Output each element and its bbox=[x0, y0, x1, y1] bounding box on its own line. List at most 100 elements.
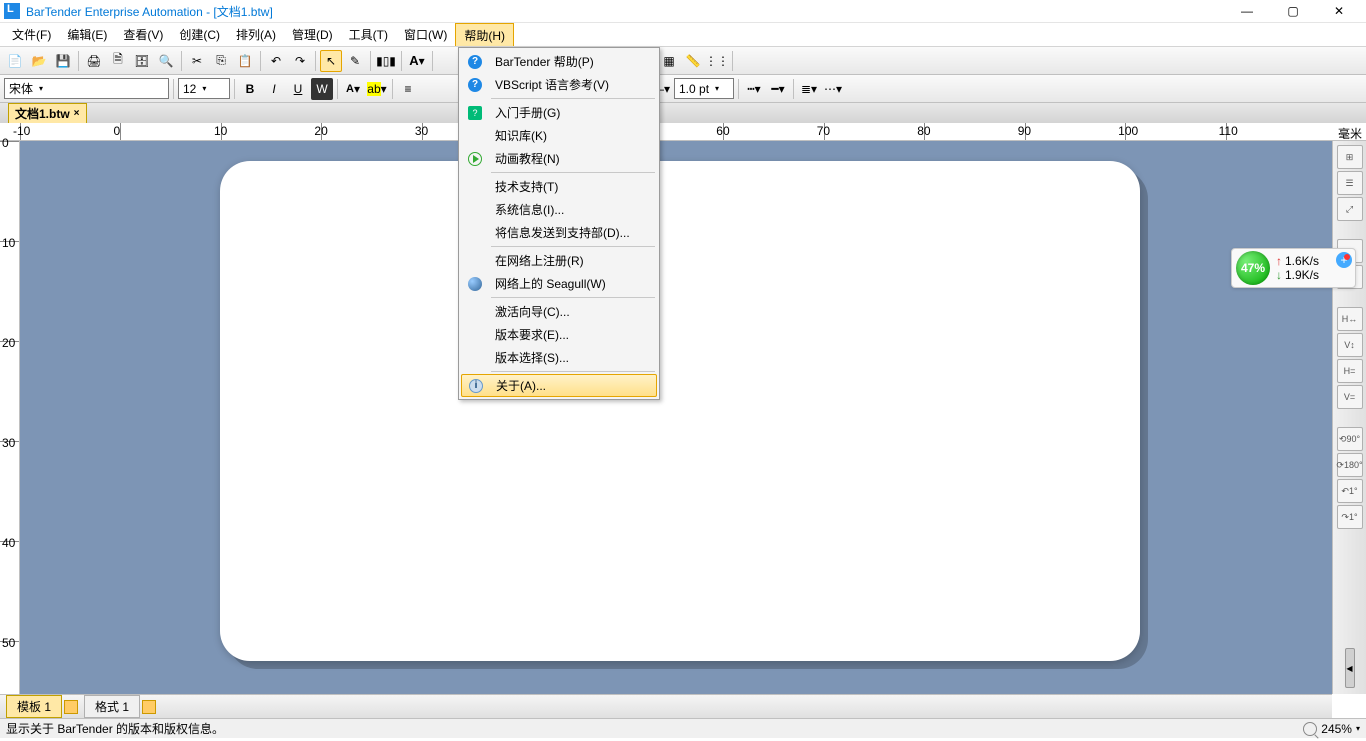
arrange-button-11[interactable]: ↶1° bbox=[1337, 479, 1363, 503]
bold-button[interactable]: B bbox=[239, 78, 261, 100]
font-size-combo[interactable]: 12▾ bbox=[178, 78, 230, 99]
menu-h[interactable]: 帮助(H) bbox=[455, 23, 514, 46]
redo-button[interactable]: ↷ bbox=[289, 50, 311, 72]
menu-separator bbox=[491, 246, 655, 247]
network-monitor-overlay[interactable]: 47% 1.6K/s 1.9K/s + bbox=[1231, 248, 1356, 288]
font-name-combo[interactable]: 宋体▾ bbox=[4, 78, 169, 99]
ruler-horizontal: -100102030405060708090100110 毫米 bbox=[0, 123, 1366, 141]
titlebar: BarTender Enterprise Automation - [文档1.b… bbox=[0, 0, 1366, 23]
play-icon bbox=[468, 152, 482, 166]
italic-button[interactable]: I bbox=[263, 78, 285, 100]
arrange-button-0[interactable]: ⊞ bbox=[1337, 145, 1363, 169]
help-menu-item[interactable]: 动画教程(N) bbox=[461, 147, 657, 170]
workspace: 01020304050 bbox=[0, 141, 1332, 694]
ruler-tool[interactable]: 📏 bbox=[682, 50, 704, 72]
help-menu-item[interactable]: 激活向导(C)... bbox=[461, 300, 657, 323]
snap-tool[interactable]: ⋮⋮ bbox=[706, 50, 728, 72]
menu-c[interactable]: 创建(C) bbox=[171, 23, 228, 46]
arrange-button-6[interactable]: V↕ bbox=[1337, 333, 1363, 357]
grid-tool[interactable]: ▦ bbox=[658, 50, 680, 72]
highlight-button[interactable]: ab▾ bbox=[366, 78, 388, 100]
copy-button[interactable]: ⎘ bbox=[210, 50, 232, 72]
help-menu-item[interactable]: i关于(A)... bbox=[461, 374, 657, 397]
template-tab[interactable]: 模板 1 bbox=[6, 695, 62, 718]
close-button[interactable]: ✕ bbox=[1316, 0, 1362, 23]
line-button[interactable]: ━▾ bbox=[767, 78, 789, 100]
help-menu-item[interactable]: 网络上的 Seagull(W) bbox=[461, 272, 657, 295]
format-add-icon[interactable] bbox=[142, 700, 156, 714]
help-menu-item-label: 入门手册(G) bbox=[489, 104, 657, 121]
dash-style-button[interactable]: ┅▾ bbox=[743, 78, 765, 100]
menu-f[interactable]: 文件(F) bbox=[4, 23, 59, 46]
print-preview-button[interactable]: 🗎 bbox=[107, 50, 129, 72]
help-icon: ? bbox=[468, 78, 482, 92]
help-menu-item-label: VBScript 语言参考(V) bbox=[489, 76, 657, 93]
format-tab[interactable]: 格式 1 bbox=[84, 695, 140, 718]
barcode-tool[interactable]: ▮▯▮ bbox=[375, 50, 397, 72]
menu-e[interactable]: 编辑(E) bbox=[59, 23, 115, 46]
help-icon: ? bbox=[468, 55, 482, 69]
menu-separator bbox=[491, 371, 655, 372]
help-menu-item[interactable]: 知识库(K) bbox=[461, 124, 657, 147]
status-text: 显示关于 BarTender 的版本和版权信息。 bbox=[6, 720, 224, 737]
arrange-button-7[interactable]: H= bbox=[1337, 359, 1363, 383]
help-menu-item[interactable]: 技术支持(T) bbox=[461, 175, 657, 198]
database-button[interactable]: 🗄 bbox=[131, 50, 153, 72]
window-title: BarTender Enterprise Automation - [文档1.b… bbox=[26, 3, 1224, 20]
minimize-button[interactable]: — bbox=[1224, 0, 1270, 23]
inverse-button[interactable]: W bbox=[311, 78, 333, 100]
maximize-button[interactable]: ▢ bbox=[1270, 0, 1316, 23]
help-menu-item[interactable]: ? VBScript 语言参考(V) bbox=[461, 73, 657, 96]
canvas-area[interactable] bbox=[20, 141, 1332, 694]
menu-t[interactable]: 工具(T) bbox=[341, 23, 396, 46]
open-button[interactable]: 📂 bbox=[28, 50, 50, 72]
pointer-tool[interactable]: ↖ bbox=[320, 50, 342, 72]
zoom-value: 245% bbox=[1321, 722, 1352, 736]
arrange-button-8[interactable]: V= bbox=[1337, 385, 1363, 409]
document-tab[interactable]: 文档1.btw × bbox=[8, 103, 87, 123]
help-menu-item[interactable]: ?BarTender 帮助(P) bbox=[461, 50, 657, 73]
help-menu-item-label: 系统信息(I)... bbox=[489, 201, 657, 218]
save-button[interactable]: 💾 bbox=[52, 50, 74, 72]
arrange-button-2[interactable]: ⤢ bbox=[1337, 197, 1363, 221]
font-color-button[interactable]: A▾ bbox=[342, 78, 364, 100]
help-menu-dropdown: ?BarTender 帮助(P)?VBScript 语言参考(V)?入门手册(G… bbox=[458, 47, 660, 400]
align-button[interactable]: ≣▾ bbox=[798, 78, 820, 100]
undo-button[interactable]: ↶ bbox=[265, 50, 287, 72]
zoom-control[interactable]: 245% ▾ bbox=[1303, 722, 1360, 736]
menu-a[interactable]: 排列(A) bbox=[228, 23, 284, 46]
help-menu-item[interactable]: 版本选择(S)... bbox=[461, 346, 657, 369]
app-logo-icon bbox=[4, 3, 20, 19]
print-button[interactable]: 🖨 bbox=[83, 50, 105, 72]
panel-collapse-button[interactable]: ◀ bbox=[1345, 648, 1355, 688]
label-canvas[interactable] bbox=[220, 161, 1140, 661]
arrange-button-12[interactable]: ↷1° bbox=[1337, 505, 1363, 529]
help-menu-item[interactable]: ?入门手册(G) bbox=[461, 101, 657, 124]
help-menu-item[interactable]: 将信息发送到支持部(D)... bbox=[461, 221, 657, 244]
line-weight-combo[interactable]: 1.0 pt▾ bbox=[674, 78, 734, 99]
menu-d[interactable]: 管理(D) bbox=[284, 23, 341, 46]
arrange-button-9[interactable]: ⟲90° bbox=[1337, 427, 1363, 451]
cut-button[interactable]: ✂ bbox=[186, 50, 208, 72]
menu-separator bbox=[491, 98, 655, 99]
more-button[interactable]: ⋯▾ bbox=[822, 78, 844, 100]
menu-w[interactable]: 窗口(W) bbox=[396, 23, 455, 46]
align-left-button[interactable]: ≡ bbox=[397, 78, 419, 100]
help-menu-item[interactable]: 系统信息(I)... bbox=[461, 198, 657, 221]
paste-button[interactable]: 📋 bbox=[234, 50, 256, 72]
help-menu-item-label: 知识库(K) bbox=[489, 127, 657, 144]
insert-text-button[interactable]: A▾ bbox=[406, 50, 428, 72]
menu-v[interactable]: 查看(V) bbox=[115, 23, 171, 46]
new-button[interactable]: 📄 bbox=[4, 50, 26, 72]
help-menu-item[interactable]: 版本要求(E)... bbox=[461, 323, 657, 346]
text-tool[interactable]: ✎ bbox=[344, 50, 366, 72]
template-add-icon[interactable] bbox=[64, 700, 78, 714]
arrange-button-10[interactable]: ⟳180° bbox=[1337, 453, 1363, 477]
arrange-button-1[interactable]: ☰ bbox=[1337, 171, 1363, 195]
underline-button[interactable]: U bbox=[287, 78, 309, 100]
arrange-button-5[interactable]: H↔ bbox=[1337, 307, 1363, 331]
expand-button[interactable]: + bbox=[1336, 252, 1352, 268]
document-tab-close-icon[interactable]: × bbox=[74, 108, 80, 119]
help-menu-item[interactable]: 在网络上注册(R) bbox=[461, 249, 657, 272]
preview-button[interactable]: 🔍 bbox=[155, 50, 177, 72]
